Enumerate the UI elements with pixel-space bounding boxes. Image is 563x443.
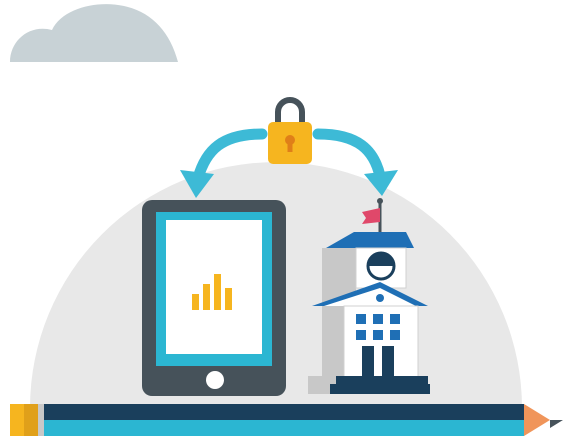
padlock-icon bbox=[268, 97, 312, 164]
illustration-scene bbox=[0, 0, 563, 443]
cloud-icon bbox=[10, 4, 178, 63]
chart-bar bbox=[192, 294, 199, 310]
clock-icon bbox=[366, 251, 396, 281]
chart-bar bbox=[203, 284, 210, 310]
chart-bar bbox=[214, 274, 221, 310]
pencil-icon bbox=[10, 404, 563, 436]
illustration-canvas bbox=[10, 4, 563, 436]
chart-bar bbox=[225, 288, 232, 310]
